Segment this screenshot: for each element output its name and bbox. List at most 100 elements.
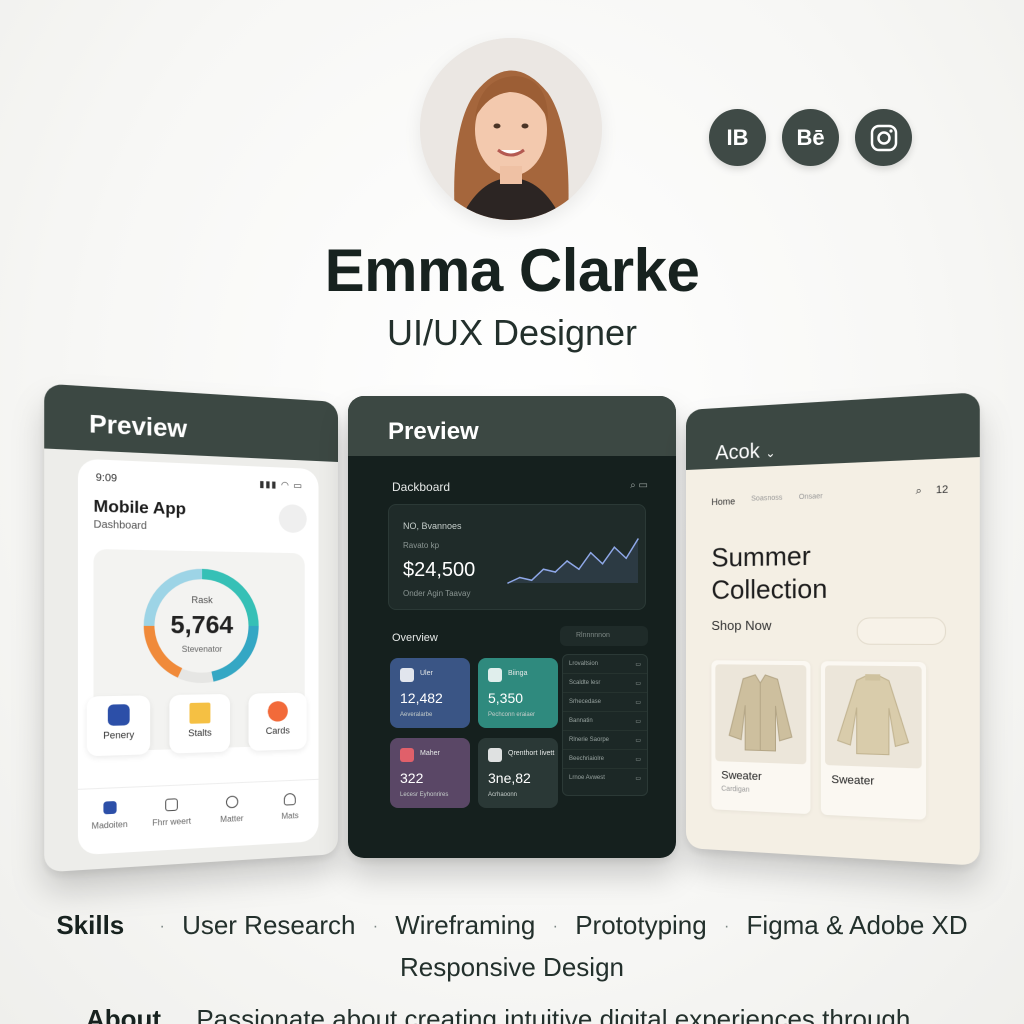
- mobile-app-preview-card[interactable]: Preview 9:09 ▮▮▮ ◠ ▭ Mobile App Dashboar…: [44, 383, 338, 873]
- skills-line: Skills · User Research · Wireframing · P…: [56, 910, 968, 940]
- revenue-sublabel: Ravato kp: [403, 541, 440, 550]
- list-item[interactable]: Lrnoe Avwest ▭: [563, 769, 647, 788]
- nav-other[interactable]: Onsaer: [799, 493, 823, 504]
- instagram-glyph: [870, 124, 897, 151]
- quick-action-cards[interactable]: Cards: [248, 692, 307, 751]
- overview-search-input[interactable]: Rlnnnnnon: [560, 626, 648, 646]
- chevron-down-icon: ⌄: [765, 445, 776, 461]
- skill-item: Responsive Design: [399, 952, 624, 982]
- quick-action-penery[interactable]: Penery: [86, 695, 151, 757]
- list-item-label: Scaldte lesr: [569, 680, 601, 686]
- hero-heading-line1: Summer: [711, 540, 811, 573]
- list-item[interactable]: Srhecedase ▭: [563, 693, 647, 712]
- about-line: About Passionate about creating intuitiv…: [86, 1004, 910, 1024]
- stat-tile-maher[interactable]: Maher 322 Lecesr Eyhonrires: [390, 738, 470, 808]
- product-name: Sweater: [831, 773, 875, 788]
- shop-brand[interactable]: Acok ⌄: [715, 439, 775, 465]
- shop-now-link[interactable]: Shop Now: [711, 618, 771, 633]
- shop-preview-card[interactable]: Acok ⌄ Home Soasnoss Onsaer ⌕ 12 Summer …: [686, 392, 980, 866]
- blog-label: IB: [726, 124, 749, 150]
- product-card[interactable]: Sweater Cardigan: [711, 660, 811, 815]
- tab-home[interactable]: Madoiten: [78, 787, 141, 855]
- skill-item: User Research: [182, 910, 356, 940]
- tile-label: Qrenthort Iivett: [508, 750, 555, 757]
- tile-value: 322: [400, 770, 424, 786]
- product-image: [715, 664, 807, 765]
- circle-icon: [267, 701, 288, 722]
- nav-seasons[interactable]: Soasnoss: [751, 495, 782, 506]
- stat-tile-billing[interactable]: Biinga 5,350 Pechconn eraiaer: [478, 658, 558, 728]
- behance-icon[interactable]: Bē: [782, 109, 839, 166]
- status-time: 9:09: [95, 472, 118, 485]
- hero-heading-line2: Collection: [711, 572, 828, 605]
- tab-label: Matter: [220, 813, 244, 825]
- list-item[interactable]: Beechriaiolre ▭: [563, 750, 647, 769]
- revenue-panel: NO, Bvannoes Ravato kp $24,500 Onder Agi…: [388, 504, 646, 610]
- chart-point: [637, 538, 639, 540]
- search-icon[interactable]: ⌕: [916, 485, 922, 497]
- product-card[interactable]: Sweater: [820, 661, 927, 820]
- app-subtitle: Dashboard: [93, 519, 147, 533]
- about-label: About: [86, 1004, 162, 1024]
- list-item[interactable]: Rlnerie Saorpe ▭: [563, 731, 647, 750]
- revenue-line-chart: [507, 538, 639, 584]
- list-item-label: Srhecedase: [569, 699, 602, 705]
- skill-item: Prototyping: [575, 910, 707, 940]
- list-item-label: Lrnoe Avwest: [569, 775, 605, 781]
- tab-profile[interactable]: Mats: [261, 780, 318, 845]
- cart-count[interactable]: 12: [936, 484, 948, 496]
- tab-label: Fhrr weert: [152, 816, 192, 828]
- chart-point: [578, 568, 580, 571]
- doc-icon: [165, 798, 179, 812]
- tile-value: 5,350: [488, 690, 524, 706]
- list-item[interactable]: Lrovaltsion ▭: [563, 655, 647, 674]
- hero-heading: Summer Collection: [711, 539, 827, 606]
- profile-role: UI/UX Designer: [386, 312, 638, 353]
- stat-tile-orders[interactable]: Qrenthort Iivett 3ne,82 Acrhaoonn: [478, 738, 558, 808]
- tile-label: Maher: [420, 750, 440, 757]
- chart-point: [542, 568, 545, 571]
- tab-docs[interactable]: Fhrr weert: [141, 785, 202, 852]
- dashboard-title: Dackboard: [392, 480, 451, 494]
- product-name: Sweater: [721, 769, 762, 784]
- newsletter-input[interactable]: [856, 617, 947, 646]
- tile-icon: [488, 668, 502, 682]
- blog-icon[interactable]: IB: [709, 109, 766, 166]
- tab-matter[interactable]: Matter: [202, 782, 261, 848]
- search-icon[interactable]: ⌕ ▭: [630, 480, 648, 491]
- phone-mockup: 9:09 ▮▮▮ ◠ ▭ Mobile App Dashboard Rask 5…: [77, 458, 319, 856]
- tile-sub: Aeveralarbe: [400, 712, 433, 718]
- bag-icon: [107, 704, 130, 726]
- instagram-icon[interactable]: [855, 109, 912, 166]
- revenue-label: NO, Bvannoes: [403, 521, 462, 531]
- quick-label: Cards: [265, 725, 290, 737]
- social-links: IB Bē: [709, 109, 912, 166]
- app-title: Mobile App: [93, 497, 186, 519]
- chart-point: [601, 562, 604, 565]
- list-item[interactable]: Scaldte lesr ▭: [563, 674, 647, 693]
- stat-tile-users[interactable]: Uler 12,482 Aeveralarbe: [390, 658, 470, 728]
- activity-list: Lrovaltsion ▭ Scaldte lesr ▭ Srhecedase ▭ B…: [562, 654, 648, 796]
- shop-brand-label: Acok: [715, 440, 760, 465]
- shop-nav: Home Soasnoss Onsaer: [711, 493, 822, 507]
- revenue-note: Onder Agin Taavay: [403, 589, 471, 598]
- chart-point: [530, 579, 533, 582]
- revenue-value: $24,500: [403, 559, 476, 581]
- list-item[interactable]: Bannatin ▭: [563, 712, 647, 731]
- gauge-sublabel: Stevenator: [181, 644, 223, 655]
- product-sub: Cardigan: [721, 785, 750, 794]
- list-item-label: Lrovaltsion: [569, 661, 599, 667]
- chart-point: [613, 546, 616, 549]
- chart-point: [507, 582, 509, 584]
- quick-action-stalts[interactable]: Stalts: [169, 693, 231, 754]
- skill-item: Wireframing: [395, 910, 536, 940]
- nav-home[interactable]: Home: [711, 496, 735, 507]
- gauge-label: Rask: [191, 594, 213, 606]
- tile-icon: [488, 748, 502, 762]
- chart-point: [625, 557, 627, 560]
- chart-point: [519, 576, 521, 579]
- dashboard-preview-card[interactable]: Preview Dackboard ⌕ ▭ NO, Bvannoes Ravat…: [348, 396, 676, 858]
- user-icon: [284, 792, 297, 806]
- tile-icon: [400, 668, 414, 682]
- tile-label: Biinga: [508, 670, 528, 677]
